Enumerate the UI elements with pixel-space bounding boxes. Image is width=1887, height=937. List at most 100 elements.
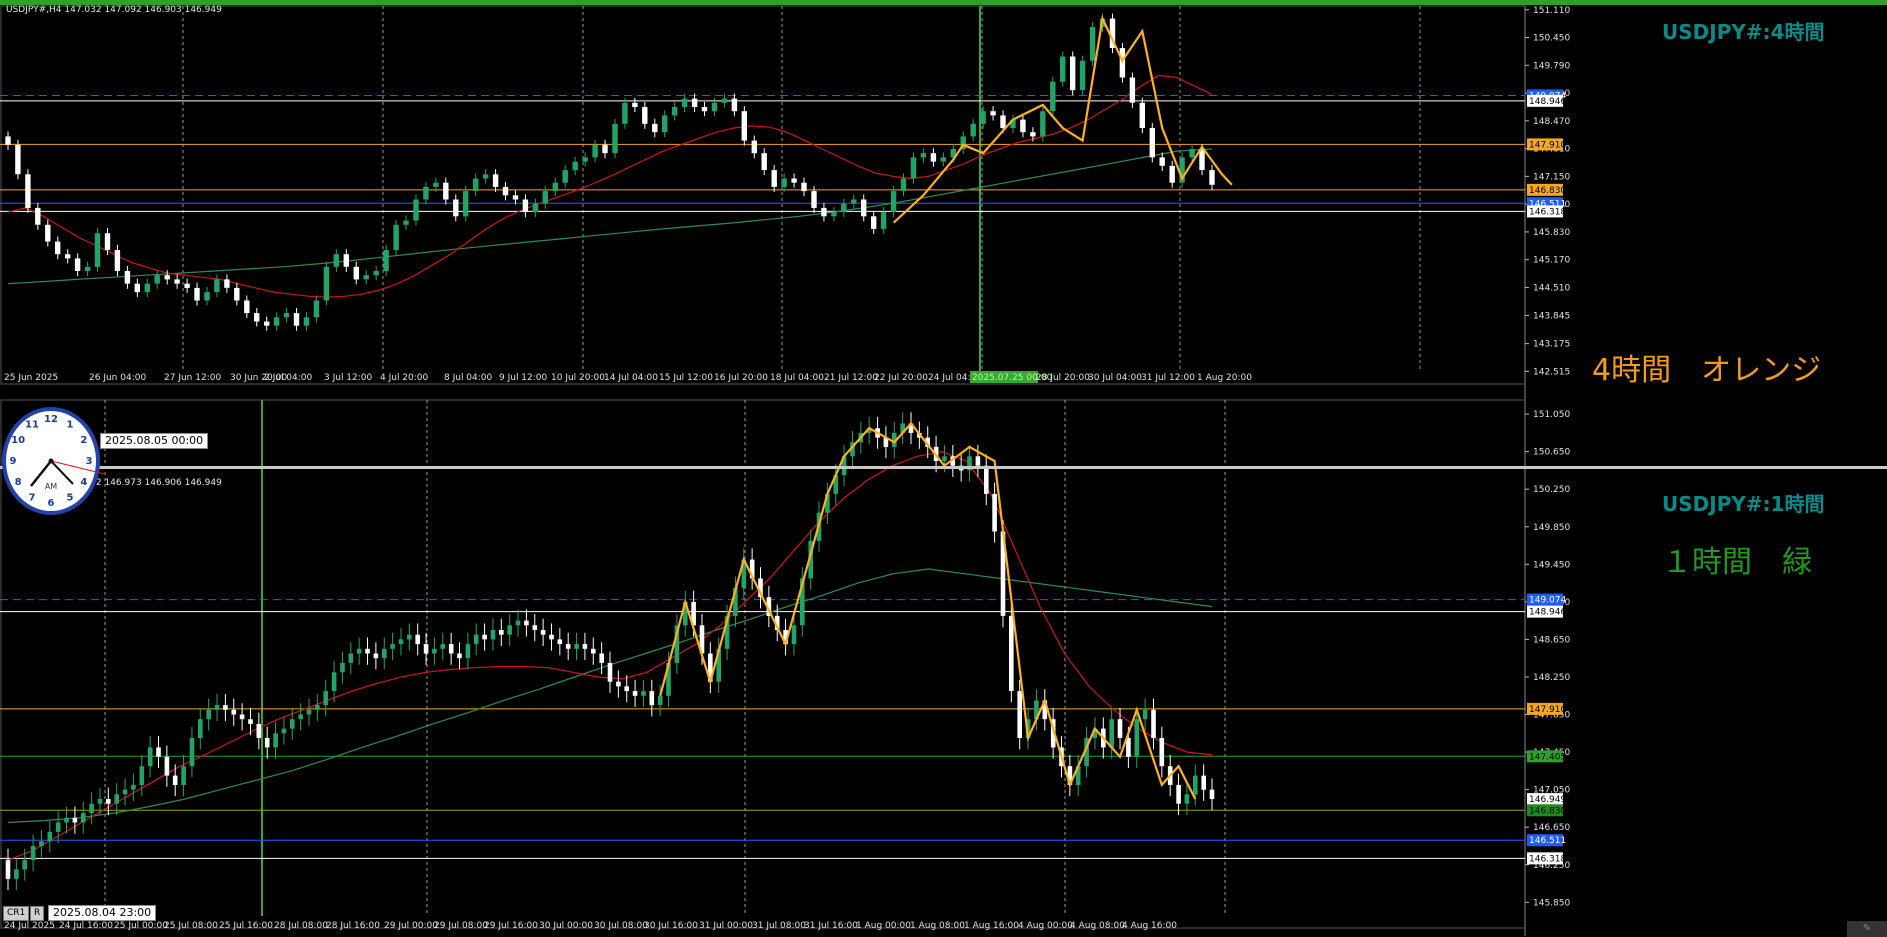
clock-numeral: 7 xyxy=(29,492,36,503)
clock-numeral: 12 xyxy=(44,414,58,425)
h4-candle-body xyxy=(5,136,11,145)
h1-xlabel: 25 Jul 08:00 xyxy=(164,921,218,931)
h4-candle-body xyxy=(1050,81,1056,112)
h1-xlabel: 24 Jul 16:00 xyxy=(59,921,113,931)
top-border xyxy=(0,0,1887,5)
h4-candle-body xyxy=(343,254,349,267)
h4-candle-body xyxy=(552,182,558,192)
h1-xlabel: 1 Aug 08:00 xyxy=(910,921,965,931)
h4-candle-body xyxy=(602,144,608,154)
panel-divider[interactable] xyxy=(0,466,1887,469)
cr1-button[interactable]: CR1 xyxy=(3,906,30,921)
r-button[interactable]: R xyxy=(30,906,45,921)
h1-candle-body xyxy=(223,705,228,710)
h1-candle-body xyxy=(984,465,989,494)
h1-xlabel: 4 Aug 16:00 xyxy=(1122,921,1177,931)
h1-level-tag-label: 146.511 xyxy=(1529,836,1566,846)
h1-candle-body xyxy=(574,644,579,649)
h4-level-tag-label: 147.910 xyxy=(1529,140,1566,150)
h4-ytick-label: 147.150 xyxy=(1533,172,1570,182)
h1-candle-body xyxy=(64,817,69,823)
clock-numeral: 1 xyxy=(67,420,74,431)
h4-info-bar: USDJPY#,H4 147.032 147.092 146.903 146.9… xyxy=(6,5,222,15)
h1-xlabel: 31 Jul 08:00 xyxy=(752,921,806,931)
h4-xlabel: 1 Aug 20:00 xyxy=(1197,373,1252,383)
analog-clock: 12 1 2 3 4 5 6 7 8 9 10 11 AM xyxy=(1,404,106,519)
h1-xlabel: 1 Aug 16:00 xyxy=(964,921,1019,931)
h1-candle-body xyxy=(348,653,354,663)
h1-xlabel: 1 Aug 00:00 xyxy=(856,921,911,931)
h1-candle-body xyxy=(39,841,44,846)
h1-candle-body xyxy=(448,644,454,654)
h1-xlabel: 4 Aug 00:00 xyxy=(1018,921,1073,931)
h4-candle-body xyxy=(1209,170,1215,185)
h4-candle-body xyxy=(433,182,439,187)
h4-candle-body xyxy=(542,191,548,204)
h4-candle-body xyxy=(990,111,996,116)
h1-candle-body xyxy=(1209,789,1215,799)
h4-xlabel: 2 Jul 04:00 xyxy=(264,373,313,383)
h4-candle-body xyxy=(244,300,250,314)
h1-candle-body xyxy=(81,813,86,823)
h1-candle-body xyxy=(992,493,997,532)
h4-candle-body xyxy=(403,220,409,225)
h1-candle-body xyxy=(465,644,471,659)
h1-candle-body xyxy=(540,630,546,635)
h4-candle-body xyxy=(94,233,101,267)
h1-level-tag-label: 147.405 xyxy=(1529,752,1566,762)
h4-ytick-label: 151.110 xyxy=(1533,6,1570,16)
h4-level-tag-label: 146.830 xyxy=(1529,186,1566,196)
h4-candle-body xyxy=(114,250,121,271)
h1-candle-body xyxy=(231,709,237,715)
h4-candle-body xyxy=(562,170,568,183)
h1-candle-body xyxy=(47,831,53,842)
h1-candle-body xyxy=(281,728,287,734)
h4-xlabel: 14 Jul 04:00 xyxy=(604,373,658,383)
h4-ytick-label: 143.175 xyxy=(1533,340,1570,350)
h4-candle-body xyxy=(572,161,578,171)
h4-candle-body xyxy=(264,321,270,326)
h1-candle-body xyxy=(599,653,604,663)
h4-candle-body xyxy=(303,317,310,326)
h4-candle-body xyxy=(204,292,210,301)
h4-candle-body xyxy=(363,275,369,280)
h4-candle-body xyxy=(134,283,140,293)
h4-candle-body xyxy=(880,212,887,229)
h4-ytick-label: 142.515 xyxy=(1533,367,1570,377)
h1-candle-body xyxy=(131,784,136,790)
h1-xlabel: 29 Jul 08:00 xyxy=(434,921,488,931)
h4-candle-body xyxy=(582,157,588,162)
h4-candle-body xyxy=(45,224,51,242)
h1-xlabel: 29 Jul 00:00 xyxy=(384,921,438,931)
h4-candle-body xyxy=(711,102,718,112)
h4-candle-body xyxy=(761,153,767,170)
h1-candle-body xyxy=(72,817,78,823)
h1-candle-body xyxy=(97,799,103,804)
h1-candle-body xyxy=(1159,738,1165,767)
h4-candle-body xyxy=(164,275,170,280)
h4-xlabel: 26 Jun 04:00 xyxy=(89,373,146,383)
clock-numeral: 10 xyxy=(11,435,25,446)
h1-candle-body xyxy=(89,803,94,814)
h1-ema-green xyxy=(7,568,1213,824)
h4-candle-body xyxy=(721,98,728,103)
h4-candle-body xyxy=(1060,56,1066,82)
h1-candle-body xyxy=(306,709,312,715)
h1-candle-body xyxy=(1193,775,1198,795)
h1-candle-body xyxy=(1184,794,1190,804)
h4-candle-body xyxy=(771,170,777,187)
h4-xlabel: 3 Jul 12:00 xyxy=(324,373,373,383)
h4-candle-body xyxy=(1079,60,1086,91)
clock-numeral: 6 xyxy=(48,498,55,509)
h4-candle-body xyxy=(791,178,797,183)
h1-candle-body xyxy=(975,456,981,466)
pencil-icon[interactable]: ✎ xyxy=(1847,921,1887,937)
h4-candle-body xyxy=(1189,149,1195,158)
h4-candle-body xyxy=(373,271,379,276)
h1-xlabel: 30 Jul 16:00 xyxy=(644,921,698,931)
h1-candle-body xyxy=(565,644,571,649)
h1-candle-body xyxy=(323,691,328,706)
h1-note: １時間 緑 xyxy=(1662,545,1812,580)
h4-candle-body xyxy=(234,287,240,301)
h4-candle-body xyxy=(184,283,190,288)
